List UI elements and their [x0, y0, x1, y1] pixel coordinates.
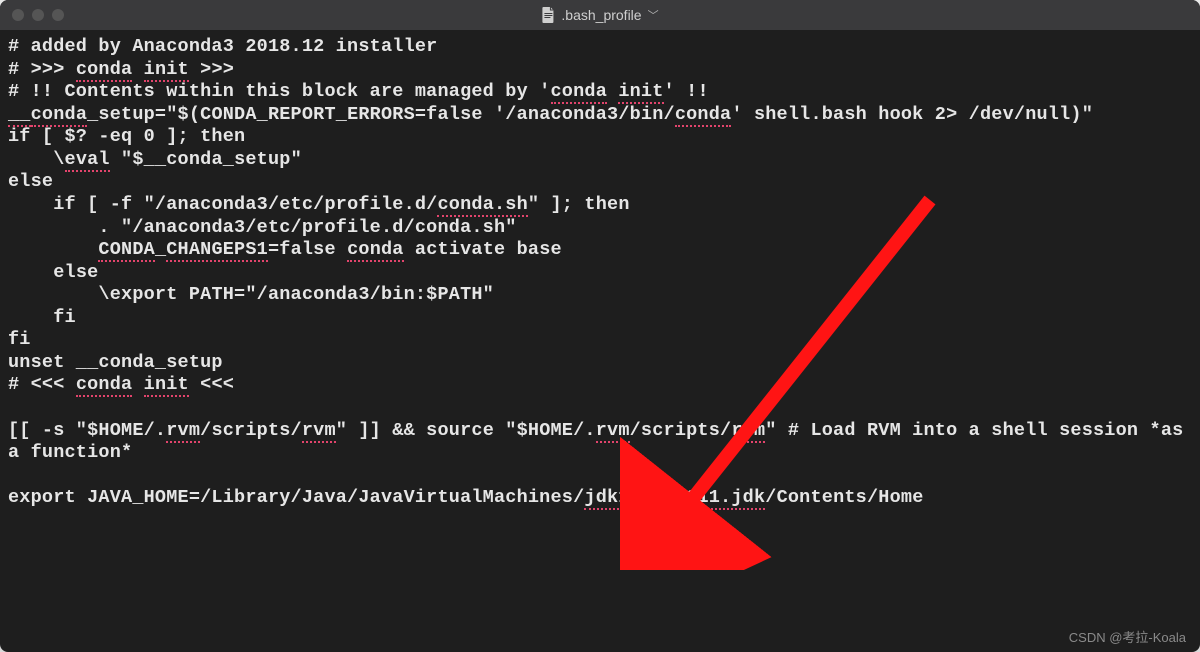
- spellcheck-squiggle: conda.sh: [437, 194, 527, 217]
- spellcheck-squiggle: rvm: [596, 420, 630, 443]
- text-segment: [8, 239, 98, 260]
- spellcheck-squiggle: init: [144, 59, 189, 82]
- text-segment: _: [675, 487, 686, 508]
- spellcheck-squiggle: conda: [347, 239, 404, 262]
- text-segment: "$__conda_setup": [110, 149, 302, 170]
- code-line[interactable]: . "/anaconda3/etc/profile.d/conda.sh": [8, 217, 1192, 240]
- text-segment: " ]; then: [528, 194, 630, 215]
- code-line[interactable]: fi: [8, 329, 1192, 352]
- filename-label: .bash_profile: [561, 7, 641, 23]
- text-segment: unset __conda_setup: [8, 352, 223, 373]
- spellcheck-squiggle: CONDA: [98, 239, 155, 262]
- text-segment: ' shell.bash hook 2> /dev/null)": [731, 104, 1093, 125]
- spellcheck-squiggle: rvm: [166, 420, 200, 443]
- text-segment: /scripts/: [200, 420, 302, 441]
- text-segment: # >>>: [8, 59, 76, 80]
- text-segment: >>>: [189, 59, 234, 80]
- text-segment: [[ -s "$HOME/.: [8, 420, 166, 441]
- code-line[interactable]: # <<< conda init <<<: [8, 374, 1192, 397]
- text-segment: [132, 374, 143, 395]
- text-segment: # !! Contents within this block are mana…: [8, 81, 551, 102]
- text-segment: # added by Anaconda3 2018.12 installer: [8, 36, 437, 57]
- text-segment: \export PATH="/anaconda3/bin:$PATH": [8, 284, 494, 305]
- spellcheck-squiggle: conda: [76, 374, 133, 397]
- spellcheck-squiggle: init: [618, 81, 663, 104]
- text-segment: activate base: [404, 239, 562, 260]
- window-controls: [12, 9, 64, 21]
- code-line[interactable]: unset __conda_setup: [8, 352, 1192, 375]
- code-line[interactable]: \export PATH="/anaconda3/bin:$PATH": [8, 284, 1192, 307]
- text-segment: ' !!: [664, 81, 709, 102]
- close-icon[interactable]: [12, 9, 24, 21]
- document-title[interactable]: .bash_profile ﹀: [541, 7, 658, 23]
- text-segment: if [ $? -eq 0 ]; then: [8, 126, 245, 147]
- code-line[interactable]: # !! Contents within this block are mana…: [8, 81, 1192, 104]
- spellcheck-squiggle: init: [144, 374, 189, 397]
- code-line[interactable]: [8, 465, 1192, 488]
- spellcheck-squiggle: conda: [551, 81, 608, 104]
- chevron-down-icon[interactable]: ﹀: [648, 7, 659, 23]
- code-line[interactable]: [8, 397, 1192, 420]
- zoom-icon[interactable]: [52, 9, 64, 21]
- document-icon: [541, 7, 555, 23]
- spellcheck-squiggle: CHANGEPS1: [166, 239, 268, 262]
- text-segment: /Contents/Home: [765, 487, 923, 508]
- text-segment: [8, 397, 19, 418]
- spellcheck-squiggle: jdk1.8.0: [584, 487, 674, 510]
- code-line[interactable]: \eval "$__conda_setup": [8, 149, 1192, 172]
- text-segment: <<<: [189, 374, 234, 395]
- code-line[interactable]: # added by Anaconda3 2018.12 installer: [8, 36, 1192, 59]
- text-segment: [8, 465, 19, 486]
- text-segment: else: [8, 171, 53, 192]
- text-segment: " ]] && source "$HOME/.: [336, 420, 596, 441]
- spellcheck-squiggle: conda: [31, 104, 88, 127]
- text-segment: /scripts/: [630, 420, 732, 441]
- text-segment: _setup="$(CONDA_REPORT_ERRORS=false '/an…: [87, 104, 675, 125]
- code-line[interactable]: [[ -s "$HOME/.rvm/scripts/rvm" ]] && sou…: [8, 420, 1192, 465]
- text-segment: export JAVA_HOME=/Library/Java/JavaVirtu…: [8, 487, 584, 508]
- text-segment: . "/anaconda3/etc/profile.d/conda.sh": [8, 217, 517, 238]
- text-segment: fi: [8, 329, 31, 350]
- text-segment: fi: [8, 307, 76, 328]
- code-line[interactable]: # >>> conda init >>>: [8, 59, 1192, 82]
- code-line[interactable]: export JAVA_HOME=/Library/Java/JavaVirtu…: [8, 487, 1192, 510]
- text-segment: [607, 81, 618, 102]
- spellcheck-squiggle: rvm: [302, 420, 336, 443]
- text-editor[interactable]: # added by Anaconda3 2018.12 installer# …: [0, 30, 1200, 520]
- text-segment: if [ -f "/anaconda3/etc/profile.d/: [8, 194, 437, 215]
- code-line[interactable]: fi: [8, 307, 1192, 330]
- spellcheck-squiggle: conda: [675, 104, 732, 127]
- spellcheck-squiggle: __: [8, 104, 31, 127]
- text-segment: \: [8, 149, 65, 170]
- text-segment: else: [8, 262, 98, 283]
- code-line[interactable]: else: [8, 171, 1192, 194]
- code-line[interactable]: __conda_setup="$(CONDA_REPORT_ERRORS=fal…: [8, 104, 1192, 127]
- code-line[interactable]: if [ -f "/anaconda3/etc/profile.d/conda.…: [8, 194, 1192, 217]
- spellcheck-squiggle: 211.jdk: [686, 487, 765, 510]
- spellcheck-squiggle: eval: [65, 149, 110, 172]
- text-segment: # <<<: [8, 374, 76, 395]
- titlebar[interactable]: .bash_profile ﹀: [0, 0, 1200, 30]
- minimize-icon[interactable]: [32, 9, 44, 21]
- text-segment: =false: [268, 239, 347, 260]
- spellcheck-squiggle: rvm: [731, 420, 765, 443]
- code-line[interactable]: if [ $? -eq 0 ]; then: [8, 126, 1192, 149]
- text-segment: [132, 59, 143, 80]
- code-line[interactable]: else: [8, 262, 1192, 285]
- editor-window: .bash_profile ﹀ # added by Anaconda3 201…: [0, 0, 1200, 652]
- spellcheck-squiggle: conda: [76, 59, 133, 82]
- code-line[interactable]: CONDA_CHANGEPS1=false conda activate bas…: [8, 239, 1192, 262]
- text-segment: _: [155, 239, 166, 260]
- watermark: CSDN @考拉-Koala: [1069, 627, 1186, 646]
